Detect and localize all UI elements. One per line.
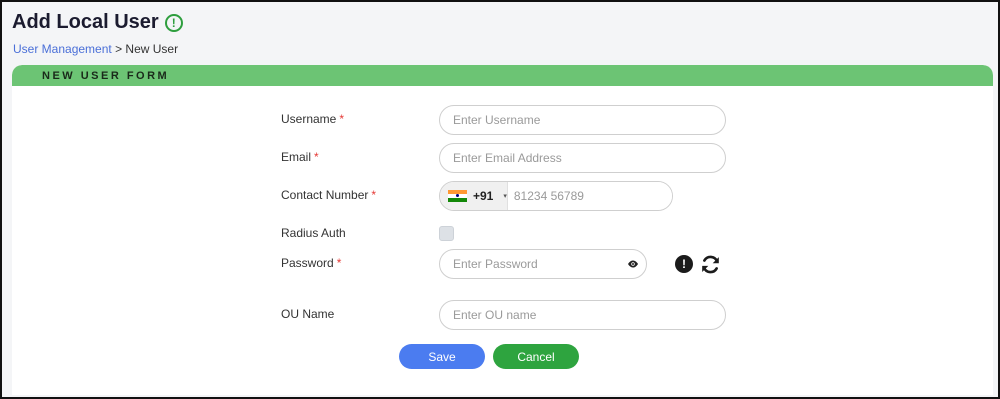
info-circle-icon[interactable]: ! [164, 13, 183, 32]
india-flag-icon [448, 189, 467, 203]
contact-number-input[interactable] [507, 182, 672, 210]
chevron-down-icon: ▾ [503, 193, 507, 200]
radius-auth-label: Radius Auth [281, 226, 346, 240]
password-label: Password * [281, 256, 341, 270]
password-input[interactable] [439, 249, 647, 279]
form-header: NEW USER FORM [12, 65, 993, 86]
page-title-text: Add Local User [12, 11, 159, 33]
username-input[interactable] [439, 105, 726, 135]
breadcrumb: User Management > New User [13, 42, 178, 56]
new-user-form-card: NEW USER FORM Username* Email* Contact N… [12, 65, 993, 395]
save-button[interactable]: Save [399, 344, 485, 369]
username-label: Username * [281, 112, 344, 126]
breadcrumb-separator: > [115, 42, 123, 56]
radius-auth-label-text: Radius Auth [281, 226, 346, 240]
breadcrumb-current: New User [125, 42, 179, 56]
breadcrumb-user-management[interactable]: User Management [13, 42, 112, 56]
ou-name-label-text: OU Name [281, 307, 335, 321]
required-mark: * [336, 256, 342, 270]
password-field [439, 249, 647, 279]
form-header-title: NEW USER FORM [42, 69, 170, 82]
contact-number-field: +91 ▾ [439, 181, 673, 211]
eye-icon[interactable] [627, 258, 639, 270]
app-frame: Add Local User ! User Management > New U… [0, 0, 1000, 399]
contact-number-label: Contact Number * [281, 188, 376, 202]
required-mark: * [371, 188, 377, 202]
email-label: Email * [281, 150, 319, 164]
cancel-button[interactable]: Cancel [493, 344, 579, 369]
required-mark: * [339, 112, 345, 126]
ou-name-label: OU Name [281, 307, 334, 321]
page-title: Add Local User ! [12, 11, 183, 34]
email-input[interactable] [439, 143, 726, 173]
radius-auth-checkbox[interactable] [439, 226, 454, 241]
required-mark: * [314, 150, 319, 164]
dial-code: +91 [473, 189, 494, 203]
email-label-text: Email [281, 150, 312, 164]
contact-number-label-text: Contact Number [281, 188, 369, 202]
country-code-select[interactable]: +91 ▾ [440, 182, 508, 210]
ou-name-input[interactable] [439, 300, 726, 330]
exclamation-icon[interactable]: ! [675, 255, 693, 273]
username-label-text: Username [281, 112, 337, 126]
password-label-text: Password [281, 256, 334, 270]
refresh-icon[interactable] [700, 254, 721, 275]
